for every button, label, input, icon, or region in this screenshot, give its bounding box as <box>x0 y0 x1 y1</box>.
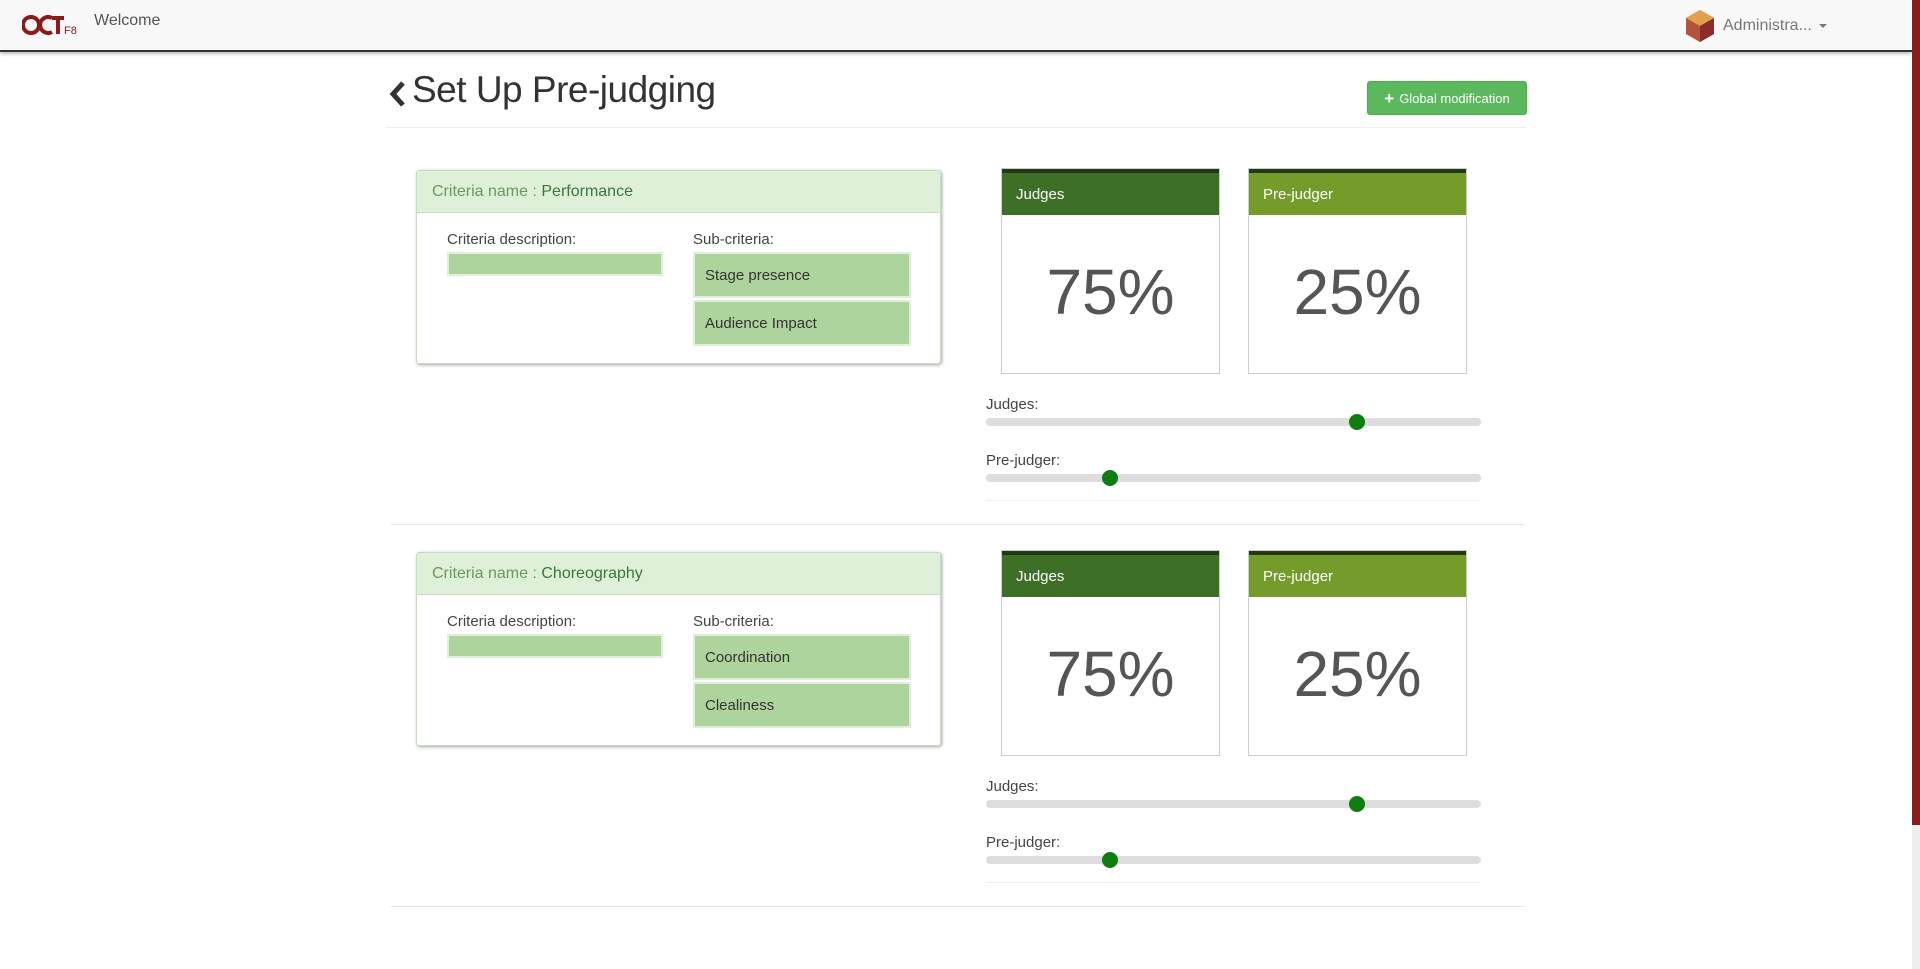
prejudger-slider-handle[interactable] <box>1101 852 1118 868</box>
prejudger-slider-handle[interactable] <box>1101 470 1118 486</box>
avatar <box>1686 10 1714 42</box>
sub-criteria-label: Sub-criteria: <box>693 613 774 630</box>
scrollbar-thumb[interactable] <box>1912 0 1920 825</box>
prejudger-percent: 25% <box>1293 256 1422 328</box>
sub-criteria-list: Stage presence Audience Impact <box>693 252 911 348</box>
judges-share-box: Judges 75% <box>1001 168 1220 374</box>
criteria-block: Criteria name : Choreography Criteria de… <box>391 525 1524 907</box>
page-title: Set Up Pre-judging <box>412 69 716 110</box>
judges-box-title: Judges <box>1002 169 1219 215</box>
chevron-left-icon[interactable] <box>388 80 408 108</box>
prejudger-box-title: Pre-judger <box>1249 551 1466 597</box>
judges-share-box: Judges 75% <box>1001 550 1220 756</box>
prejudger-slider[interactable] <box>986 470 1481 486</box>
judges-slider-handle[interactable] <box>1349 414 1366 430</box>
criteria-name: Performance <box>541 183 633 200</box>
judges-percent: 75% <box>1046 638 1175 710</box>
prejudger-slider-label: Pre-judger: <box>986 452 1061 469</box>
page-header: Set Up Pre-judging + Global modification <box>386 62 1527 128</box>
app-logo[interactable]: F8 <box>22 12 78 38</box>
criteria-header: Criteria name : Performance <box>417 171 940 213</box>
sub-criteria-item[interactable]: Clealiness <box>693 682 911 728</box>
prejudger-share-box: Pre-judger 25% <box>1248 550 1467 756</box>
judges-slider[interactable] <box>986 414 1481 430</box>
prejudger-slider[interactable] <box>986 852 1481 868</box>
judges-slider[interactable] <box>986 796 1481 812</box>
judges-slider-label: Judges: <box>986 778 1039 795</box>
criteria-description-field[interactable] <box>447 252 663 276</box>
caret-down-icon <box>1818 24 1827 28</box>
plus-icon: + <box>1384 88 1395 108</box>
criteria-name: Choreography <box>541 565 643 582</box>
welcome-link[interactable]: Welcome <box>94 12 160 30</box>
criteria-description-label: Criteria description: <box>447 613 577 630</box>
sub-criteria-list: Coordination Clealiness <box>693 634 911 730</box>
global-modification-button[interactable]: + Global modification <box>1367 81 1527 115</box>
judges-slider-label: Judges: <box>986 396 1039 413</box>
divider <box>986 882 1481 883</box>
sub-criteria-item[interactable]: Coordination <box>693 634 911 680</box>
judges-slider-handle[interactable] <box>1349 796 1366 812</box>
criteria-name-label: Criteria name : <box>432 565 537 582</box>
criteria-panel: Criteria name : Choreography Criteria de… <box>416 552 941 746</box>
sub-criteria-item[interactable]: Audience Impact <box>693 300 911 346</box>
prejudger-share-box: Pre-judger 25% <box>1248 168 1467 374</box>
top-navbar: F8 Welcome Administra... <box>0 0 1912 52</box>
criteria-description-field[interactable] <box>447 634 663 658</box>
user-name: Administra... <box>1723 17 1812 34</box>
criteria-description-label: Criteria description: <box>447 231 577 248</box>
user-menu[interactable]: Administra... <box>1685 8 1827 44</box>
judges-percent: 75% <box>1046 256 1175 328</box>
criteria-block: Criteria name : Performance Criteria des… <box>391 140 1524 525</box>
divider <box>986 500 1481 501</box>
criteria-header: Criteria name : Choreography <box>417 553 940 595</box>
sub-criteria-label: Sub-criteria: <box>693 231 774 248</box>
criteria-panel: Criteria name : Performance Criteria des… <box>416 170 941 364</box>
vertical-scrollbar[interactable] <box>1912 0 1920 969</box>
svg-text:F8: F8 <box>64 25 77 37</box>
prejudger-box-title: Pre-judger <box>1249 169 1466 215</box>
sub-criteria-item[interactable]: Stage presence <box>693 252 911 298</box>
prejudger-slider-label: Pre-judger: <box>986 834 1061 851</box>
criteria-name-label: Criteria name : <box>432 183 537 200</box>
judges-box-title: Judges <box>1002 551 1219 597</box>
global-modification-label: Global modification <box>1399 90 1510 106</box>
prejudger-percent: 25% <box>1293 638 1422 710</box>
